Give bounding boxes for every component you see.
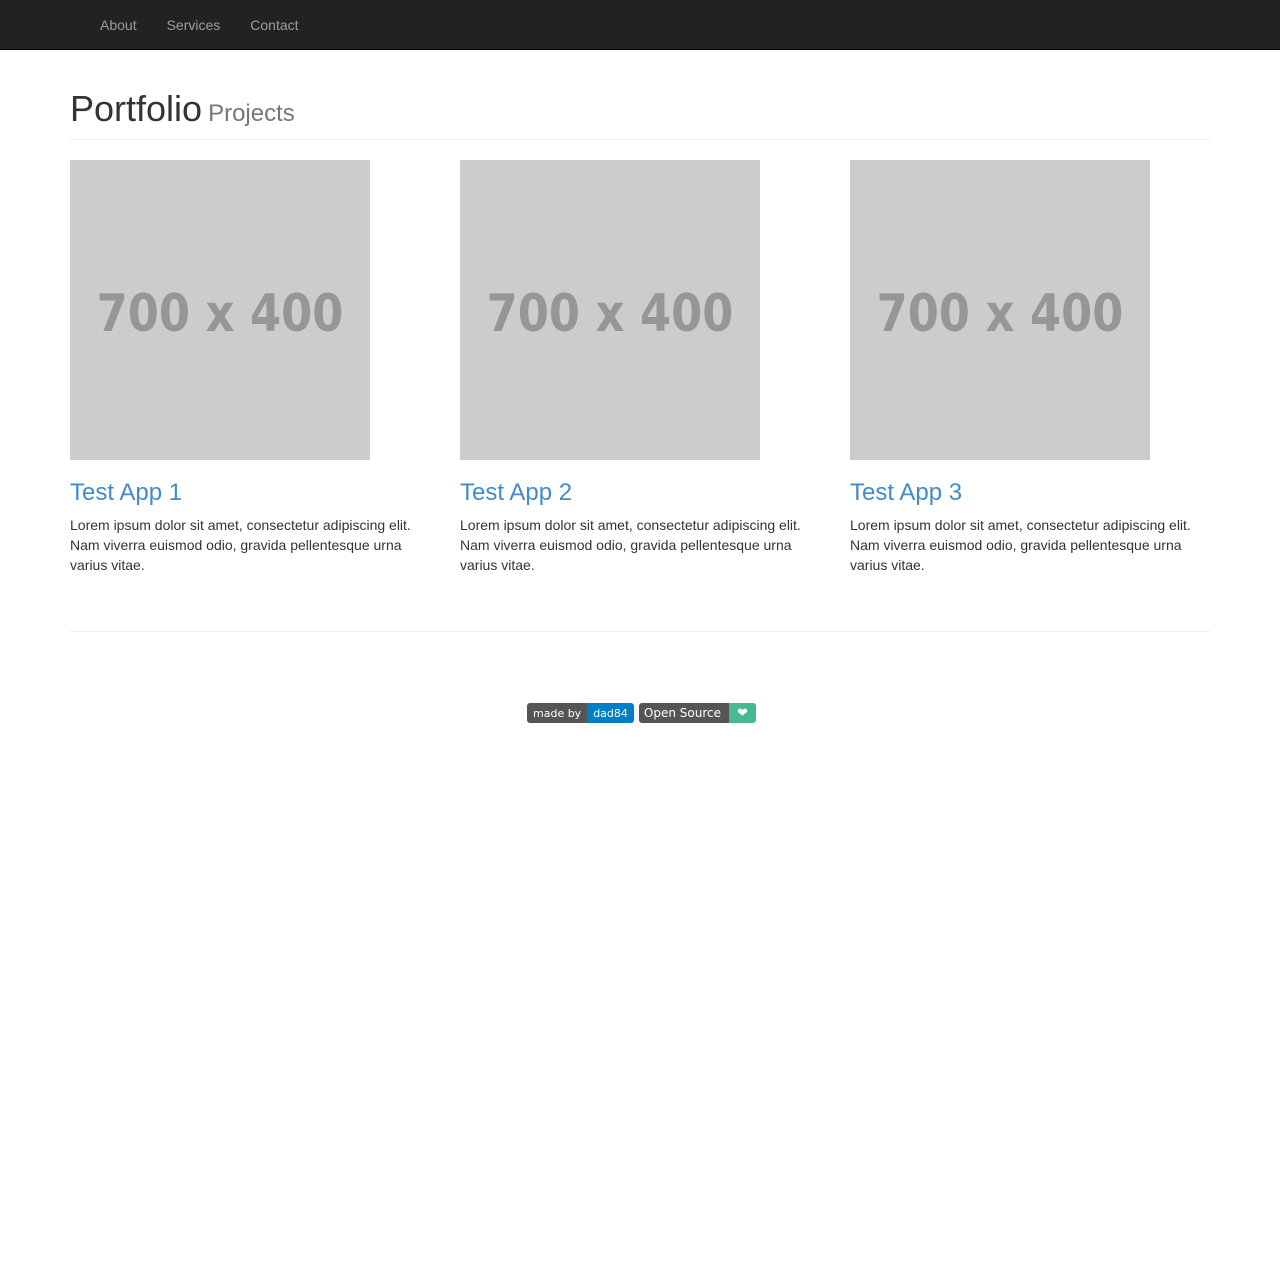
project-card-1: 700 x 400 Test App 1 Lorem ipsum dolor s… (70, 160, 430, 575)
project-image-placeholder[interactable]: 700 x 400 (70, 160, 370, 460)
page-title: Portfolio (70, 88, 203, 129)
project-title-link[interactable]: Test App 2 (460, 480, 820, 506)
open-source-badge-label: Open Source (638, 703, 729, 723)
project-description: Lorem ipsum dolor sit amet, consectetur … (70, 517, 411, 573)
project-title-link[interactable]: Test App 3 (850, 480, 1210, 506)
made-by-badge-label: made by (527, 703, 588, 723)
nav-item-about[interactable]: About (85, 0, 152, 50)
placeholder-label: 700 x 400 (486, 284, 734, 344)
nav-item-services[interactable]: Services (152, 0, 236, 50)
project-card-3: 700 x 400 Test App 3 Lorem ipsum dolor s… (850, 160, 1210, 575)
heart-icon: ❤ (729, 703, 756, 723)
nav-item-contact[interactable]: Contact (235, 0, 313, 50)
project-image-placeholder[interactable]: 700 x 400 (850, 160, 1150, 460)
made-by-badge[interactable]: made by dad84 (527, 703, 634, 723)
page-subtitle: Projects (208, 100, 295, 127)
placeholder-label: 700 x 400 (876, 284, 1124, 344)
top-navbar: About Services Contact (0, 0, 1280, 50)
heart-glyph: ❤ (737, 705, 748, 721)
project-image-placeholder[interactable]: 700 x 400 (460, 160, 760, 460)
project-card-2: 700 x 400 Test App 2 Lorem ipsum dolor s… (460, 160, 820, 575)
placeholder-label: 700 x 400 (96, 284, 344, 344)
footer-divider (70, 631, 1210, 632)
project-description: Lorem ipsum dolor sit amet, consectetur … (850, 517, 1191, 573)
main-container: Portfolio Projects 700 x 400 Test App 1 L… (70, 50, 1210, 573)
page-title-heading: Portfolio Projects (70, 88, 1210, 135)
project-description: Lorem ipsum dolor sit amet, consectetur … (460, 517, 801, 573)
open-source-badge[interactable]: Open Source ❤ (638, 703, 756, 723)
project-title-link[interactable]: Test App 1 (70, 480, 430, 506)
made-by-badge-value: dad84 (587, 703, 634, 723)
page-header: Portfolio Projects (70, 88, 1210, 140)
nav-links: About Services Contact (85, 0, 314, 50)
footer-badges: made by dad84 Open Source ❤ (527, 703, 756, 723)
